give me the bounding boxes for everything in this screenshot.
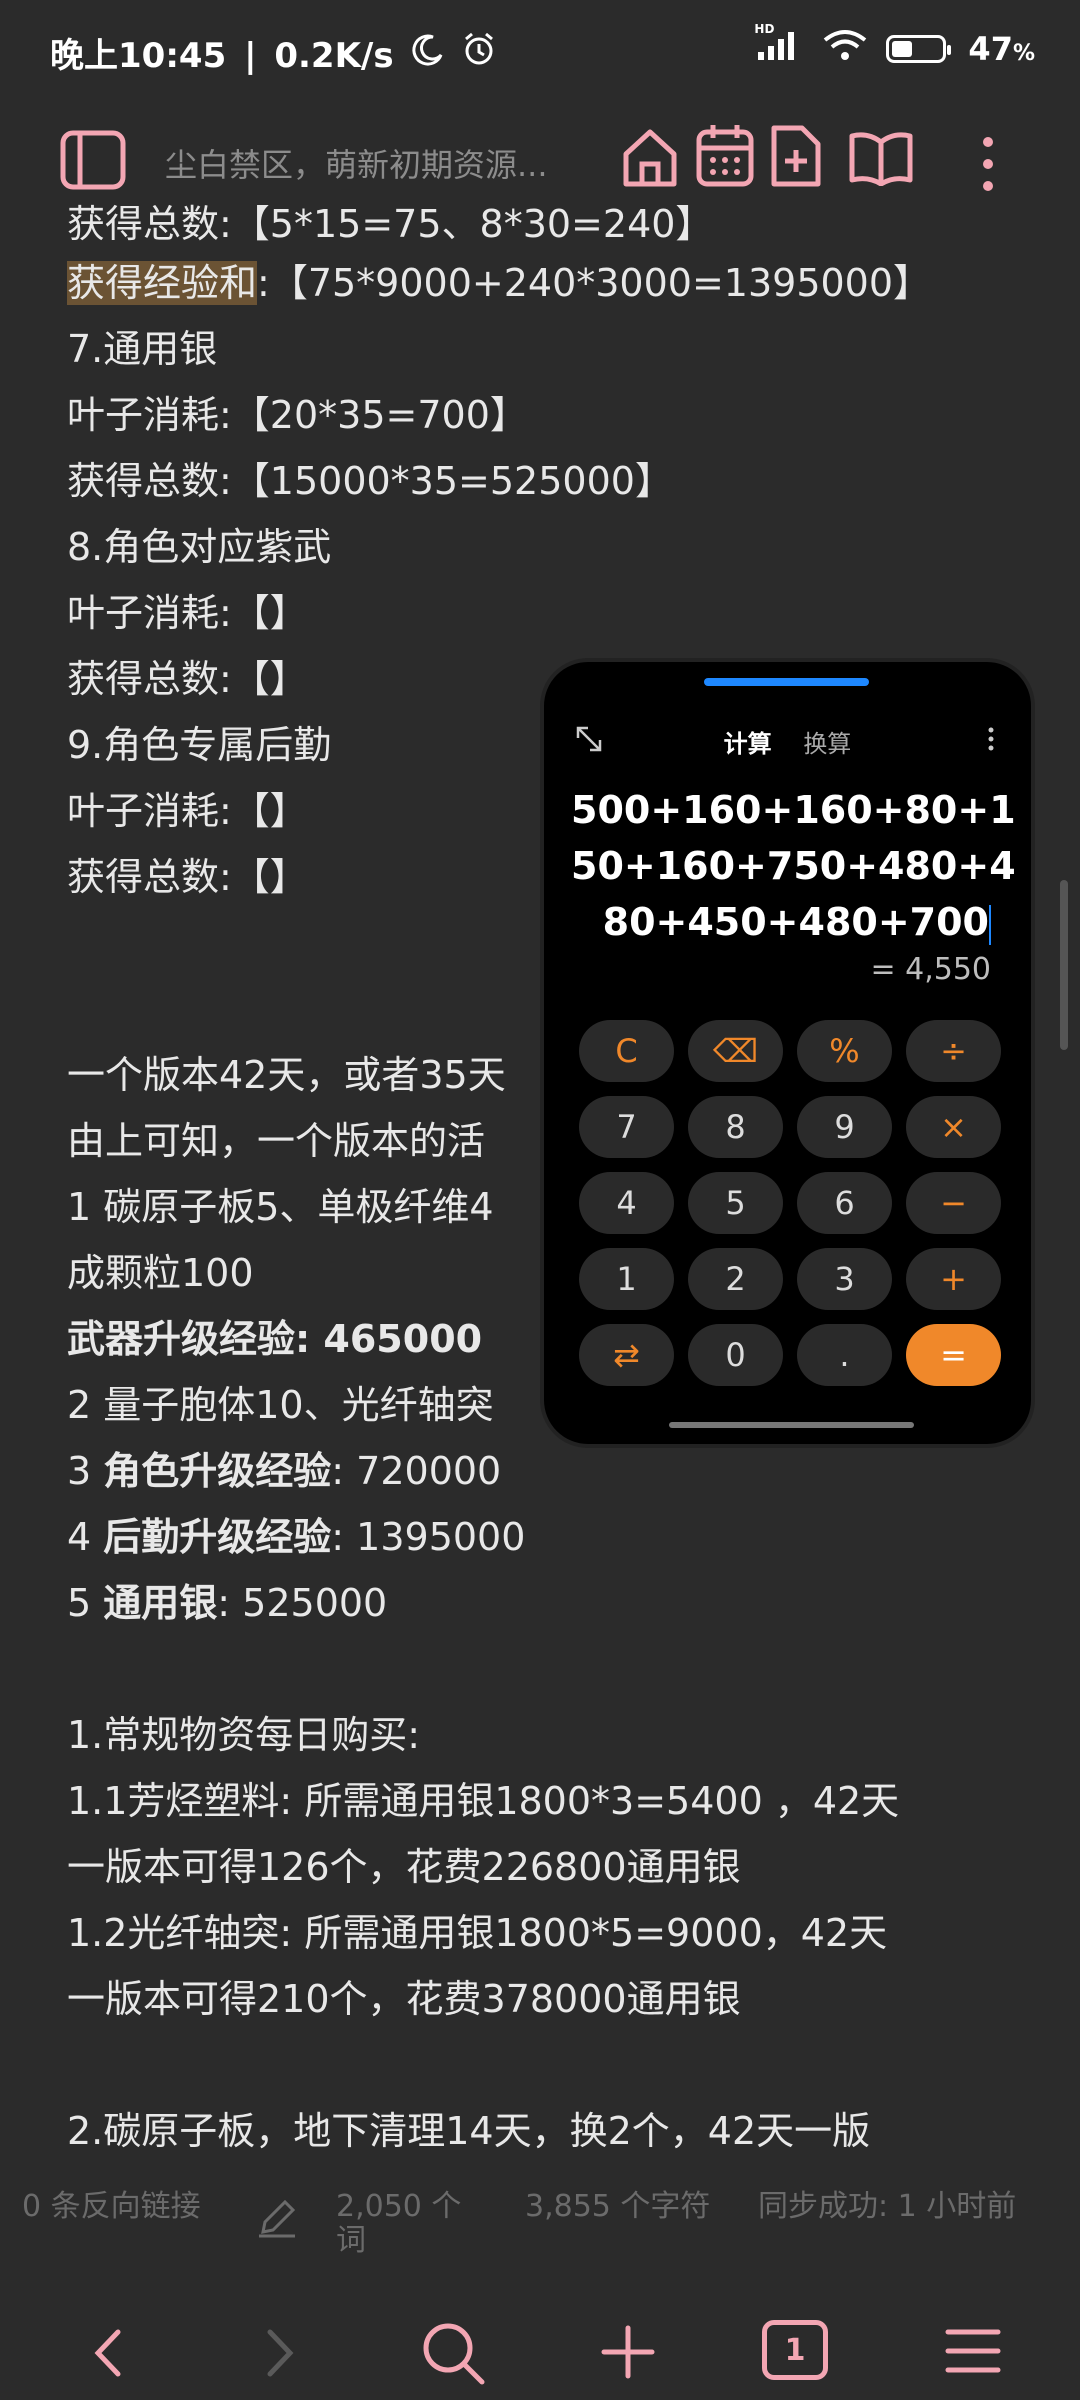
- forward-icon[interactable]: [260, 2328, 300, 2382]
- more-options-icon[interactable]: [978, 134, 998, 198]
- home-icon[interactable]: [620, 126, 680, 194]
- calc-expression[interactable]: 500+160+160+80+1 50+160+750+480+4 80+450…: [571, 782, 1016, 950]
- calc-result: = 4,550: [870, 952, 991, 987]
- key-7[interactable]: 7: [579, 1096, 674, 1158]
- key-4[interactable]: 4: [579, 1172, 674, 1234]
- key-8[interactable]: 8: [688, 1096, 783, 1158]
- char-count: 3,855 个字符: [525, 2189, 711, 2224]
- battery-unit: %: [1012, 41, 1035, 66]
- key-divide[interactable]: ÷: [906, 1020, 1001, 1082]
- note-title[interactable]: 尘白禁区，萌新初期资源...: [165, 140, 548, 186]
- add-icon[interactable]: [600, 2324, 656, 2384]
- sidebar-toggle-icon[interactable]: [60, 130, 126, 194]
- status-bar: 晚上10:45 | 0.2K/s HD 47%: [0, 0, 1080, 100]
- text-line: 叶子消耗:【20*35=700】: [67, 393, 528, 437]
- bold-text: 通用银: [103, 1581, 218, 1625]
- key-0[interactable]: 0: [688, 1324, 783, 1386]
- text-line: 2.碳原子板，地下清理14天，换2个，42天一版: [67, 2109, 871, 2153]
- text-line: 1.1芳烃塑料: 所需通用银1800*3=5400 ，42天: [67, 1779, 900, 1823]
- tab-count: 1: [784, 2332, 806, 2368]
- key-plus[interactable]: +: [906, 1248, 1001, 1310]
- new-note-icon[interactable]: [768, 124, 822, 192]
- battery-icon: [886, 35, 952, 63]
- alarm-icon: [461, 31, 497, 76]
- key-decimal[interactable]: .: [797, 1324, 892, 1386]
- key-5[interactable]: 5: [688, 1172, 783, 1234]
- tab-calculate[interactable]: 计算: [724, 724, 772, 759]
- text-line: 获得总数:【5*15=75、8*30=240】: [67, 204, 714, 246]
- search-icon[interactable]: [420, 2320, 486, 2390]
- calculator-window[interactable]: 计算 换算 500+160+160+80+1 50+160+750+480+4 …: [540, 658, 1035, 1448]
- sync-status: 同步成功: 1 小时前: [758, 2189, 1017, 2224]
- calc-gesture-bar[interactable]: [669, 1422, 914, 1428]
- text-line: 8.角色对应紫武: [67, 525, 332, 569]
- key-multiply[interactable]: ×: [906, 1096, 1001, 1158]
- word-count: 2,050 个词: [336, 2189, 462, 2258]
- key-percent[interactable]: %: [797, 1020, 892, 1082]
- text-line: 7.通用银: [67, 327, 218, 371]
- key-switch-mode[interactable]: ⇄: [579, 1324, 674, 1386]
- text-line: :【75*9000+240*3000=1395000】: [257, 261, 932, 305]
- text-line: 一版本可得210个，花费378000通用银: [67, 1977, 741, 2021]
- status-time: 晚上10:45: [50, 36, 227, 76]
- key-equals[interactable]: =: [906, 1324, 1001, 1386]
- text-line: 叶子消耗:【】: [67, 591, 308, 635]
- battery-fill: [892, 41, 912, 57]
- bottom-nav: 1: [0, 2300, 1080, 2400]
- moon-icon: [411, 33, 445, 76]
- edit-icon[interactable]: [255, 2196, 299, 2248]
- key-1[interactable]: 1: [579, 1248, 674, 1310]
- status-separator: |: [244, 36, 257, 76]
- key-6[interactable]: 6: [797, 1172, 892, 1234]
- book-icon[interactable]: [848, 130, 914, 190]
- text-line: 1.常规物资每日购买:: [67, 1713, 421, 1757]
- backlinks-count[interactable]: 0 条反向链接: [22, 2190, 207, 2224]
- key-9[interactable]: 9: [797, 1096, 892, 1158]
- bold-text: 后勤升级经验: [103, 1515, 332, 1559]
- text-line: 一版本可得126个，花费226800通用银: [67, 1845, 741, 1889]
- text-line: 1.2光纤轴突: 所需通用银1800*5=9000，42天: [67, 1911, 888, 1955]
- signal-badge: HD: [754, 22, 775, 36]
- key-backspace[interactable]: ⌫: [688, 1020, 783, 1082]
- highlighted-text: 获得经验和: [67, 261, 258, 305]
- key-3[interactable]: 3: [797, 1248, 892, 1310]
- wifi-icon: [822, 28, 868, 70]
- key-clear[interactable]: C: [579, 1020, 674, 1082]
- battery-percent: 47: [968, 30, 1013, 68]
- tab-convert[interactable]: 换算: [803, 724, 851, 759]
- scrollbar[interactable]: [1060, 880, 1068, 1050]
- calc-more-icon[interactable]: [987, 726, 995, 756]
- menu-icon[interactable]: [944, 2326, 1002, 2380]
- signal-icon: HD: [754, 22, 804, 70]
- key-2[interactable]: 2: [688, 1248, 783, 1310]
- calendar-icon[interactable]: [695, 122, 755, 192]
- text-cursor: [989, 904, 991, 945]
- bold-text: 角色升级经验: [103, 1449, 332, 1493]
- tab-switcher-button[interactable]: 1: [762, 2320, 828, 2380]
- status-network-speed: 0.2K/s: [274, 36, 394, 76]
- key-minus[interactable]: −: [906, 1172, 1001, 1234]
- back-icon[interactable]: [88, 2328, 128, 2382]
- text-line: 获得总数:【15000*35=525000】: [67, 459, 673, 503]
- note-stats: 0 条反向链接 2,050 个词 3,855 个字符 同步成功: 1 小时前: [20, 2190, 1060, 2270]
- drag-handle[interactable]: [704, 678, 869, 686]
